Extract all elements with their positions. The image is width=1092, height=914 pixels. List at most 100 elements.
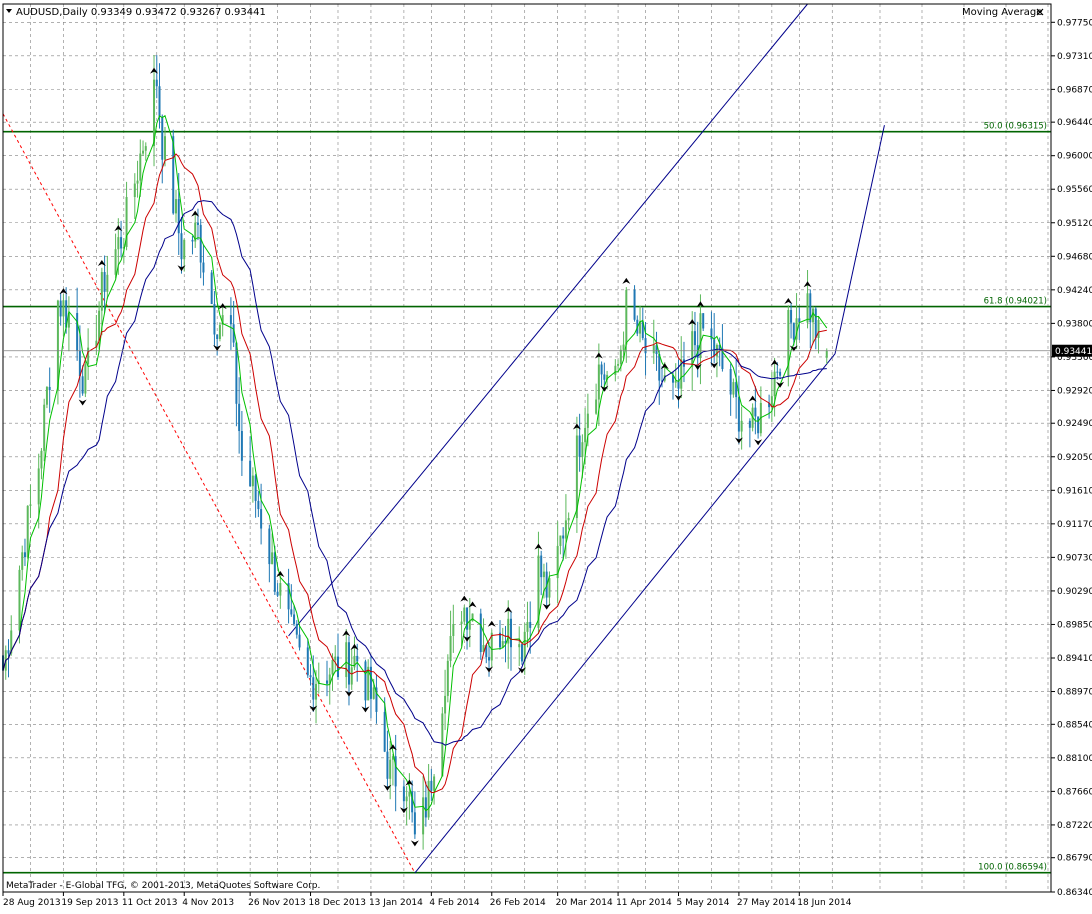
candle-body (183, 239, 186, 260)
fibo-level-label: 100.0 (0.86594) (978, 863, 1047, 873)
candle-body (518, 644, 521, 648)
candle-body (103, 272, 106, 292)
y-tick-label: 0.96870 (1057, 85, 1092, 95)
candle-body (529, 622, 532, 628)
candle-body (48, 386, 51, 391)
candle-body (298, 634, 301, 648)
candle-body (463, 607, 466, 622)
candle-body (191, 239, 194, 242)
candle-body (776, 371, 779, 373)
candle-body (155, 79, 158, 87)
candle-body (389, 759, 392, 779)
candle-body (43, 404, 46, 451)
y-tick-label: 0.95560 (1057, 185, 1092, 195)
candle-body (520, 644, 523, 662)
candle-body (702, 313, 705, 329)
candle-body (757, 416, 760, 434)
candle-body (106, 274, 109, 292)
y-tick-label: 0.89410 (1057, 654, 1092, 664)
candle-body (62, 300, 65, 317)
candle-body (603, 374, 606, 380)
candle-body (452, 624, 455, 637)
y-tick-label: 0.96000 (1057, 152, 1092, 162)
candle-body (581, 442, 584, 457)
y-tick-label: 0.92490 (1057, 419, 1092, 429)
indicator-label: Moving Average (962, 7, 1042, 18)
candle-body (449, 636, 452, 661)
candle-body (100, 272, 103, 311)
y-tick-label: 0.93800 (1057, 319, 1092, 329)
candle-body (45, 386, 48, 405)
candle-body (468, 621, 471, 630)
candle-body (271, 552, 274, 565)
candle-body (732, 382, 735, 395)
candle-body (202, 262, 205, 273)
candle-body (408, 791, 411, 797)
x-tick-label: 18 Jun 2014 (797, 898, 851, 908)
y-tick-label: 0.92050 (1057, 453, 1092, 463)
candle-body (559, 535, 562, 546)
candle-body (578, 435, 581, 457)
candle-body (164, 136, 167, 160)
y-tick-label: 0.86340 (1057, 888, 1092, 898)
candle-body (617, 364, 620, 366)
candle-body (158, 86, 161, 117)
candle-body (251, 475, 254, 487)
candle-body (633, 289, 636, 320)
candle-body (144, 146, 147, 151)
candle-body (315, 683, 318, 700)
x-tick-label: 28 Aug 2013 (3, 898, 61, 908)
candle-body (597, 364, 600, 400)
candle-body (460, 621, 463, 625)
candle-body (652, 345, 655, 354)
candle-body (779, 371, 782, 376)
x-tick-label: 4 Nov 2013 (182, 898, 234, 908)
chart-area[interactable]: 50.0 (0.96315) 61.8 (0.94021) 100.0 (0.865… (0, 0, 1092, 910)
candle-body (295, 623, 298, 635)
candle-body (600, 364, 603, 375)
y-tick-label: 0.94680 (1057, 252, 1092, 262)
y-tick-label: 0.92920 (1057, 386, 1092, 396)
candle-body (433, 776, 436, 791)
candle-body (213, 304, 216, 335)
chart-svg[interactable]: 50.0 (0.96315) 61.8 (0.94021) 100.0 (0.865… (0, 0, 1092, 910)
x-tick-label: 5 May 2014 (676, 898, 729, 908)
candle-body (729, 369, 732, 395)
y-tick-label: 0.97750 (1057, 18, 1092, 28)
symbol-ohlc-line: AUDUSD,Daily 0.93349 0.93472 0.93267 0.9… (16, 7, 266, 18)
fibo-level-label: 50.0 (0.96315) (984, 122, 1047, 132)
candle-body (21, 552, 24, 570)
candle-body (427, 780, 430, 818)
candle-body (471, 613, 474, 622)
x-tick-label: 26 Feb 2014 (490, 898, 546, 908)
candle-body (523, 631, 526, 662)
candle-body (740, 420, 743, 432)
candle-body (625, 289, 628, 345)
y-tick-label: 0.91610 (1057, 486, 1092, 496)
x-tick-label: 19 Sep 2013 (61, 898, 118, 908)
y-tick-label: 0.87660 (1057, 787, 1092, 797)
candle-body (7, 650, 10, 654)
candle-body (402, 786, 405, 802)
candle-body (699, 313, 702, 359)
candle-body (584, 427, 587, 443)
x-tick-label: 11 Oct 2013 (122, 898, 178, 908)
candle-body (825, 350, 828, 358)
candle-body (548, 578, 551, 598)
candle-body (754, 407, 757, 417)
candle-body (18, 569, 21, 631)
candle-body (26, 505, 29, 558)
y-tick-label: 0.88100 (1057, 754, 1092, 764)
candle-body (117, 237, 120, 250)
candle-body (364, 661, 367, 701)
y-tick-label: 0.90730 (1057, 553, 1092, 563)
candle-body (273, 552, 276, 592)
candle-body (693, 331, 696, 346)
candle-body (23, 552, 26, 558)
candle-body (249, 460, 252, 487)
candle-body (737, 397, 740, 432)
candle-body (567, 518, 570, 521)
fibo-level-label: 61.8 (0.94021) (984, 297, 1047, 307)
candle-body (526, 622, 529, 632)
candle-body (446, 660, 449, 696)
